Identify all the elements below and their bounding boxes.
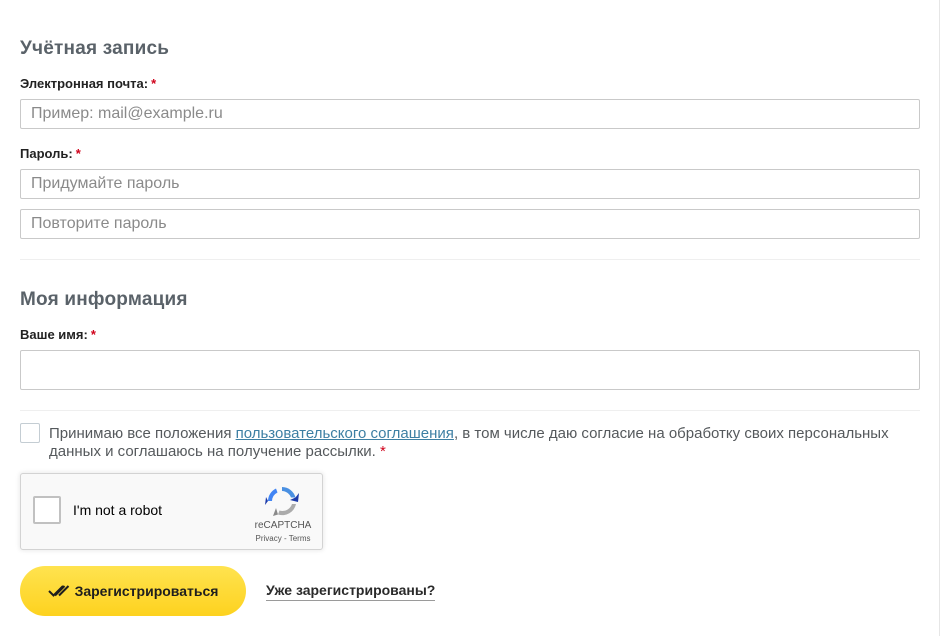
email-label-text: Электронная почта: [20,76,149,91]
name-label-text: Ваше имя: [20,327,88,342]
info-section-title: Моя информация [20,289,188,310]
required-mark: * [90,327,96,342]
register-button-label: Зарегистрироваться [74,583,219,599]
password-repeat-field[interactable] [20,209,920,239]
email-field[interactable] [20,99,920,129]
consent-text-before: Принимаю все положения [49,425,236,442]
user-agreement-link[interactable]: пользовательского соглашения [236,425,454,442]
password-label: Пароль: * [20,146,81,161]
registration-form: Учётная запись Электронная почта:* Парол… [0,0,940,636]
password-label-text: Пароль: [20,146,73,161]
account-section-title: Учётная запись [20,38,170,59]
recaptcha-checkbox[interactable] [33,496,61,524]
password-field[interactable] [20,169,920,199]
consent-text: Принимаю все положения пользовательского… [49,425,919,461]
name-label: Ваше имя: * [20,327,96,342]
recaptcha-privacy-link[interactable]: Privacy [256,534,282,543]
recaptcha-widget: I'm not a robot reCAPTCHA Privacy - Term… [20,473,323,550]
already-registered-link[interactable]: Уже зарегистрированы? [266,582,436,601]
double-check-icon [47,584,70,598]
recaptcha-brand: reCAPTCHA [254,520,312,531]
recaptcha-logo-icon [265,487,299,516]
recaptcha-label: I'm not a robot [73,502,163,518]
required-mark: * [151,76,157,91]
email-label: Электронная почта: * [20,76,156,91]
consent-checkbox[interactable] [20,423,40,443]
register-button[interactable]: Зарегистрироваться [20,566,246,616]
required-mark: * [380,443,386,460]
recaptcha-separator: - [281,534,289,543]
recaptcha-links: Privacy - Terms [247,534,319,543]
recaptcha-terms-link[interactable]: Terms [289,534,311,543]
section-divider [20,410,920,411]
section-divider [20,259,920,260]
name-field[interactable] [20,350,920,390]
required-mark: * [75,146,81,161]
